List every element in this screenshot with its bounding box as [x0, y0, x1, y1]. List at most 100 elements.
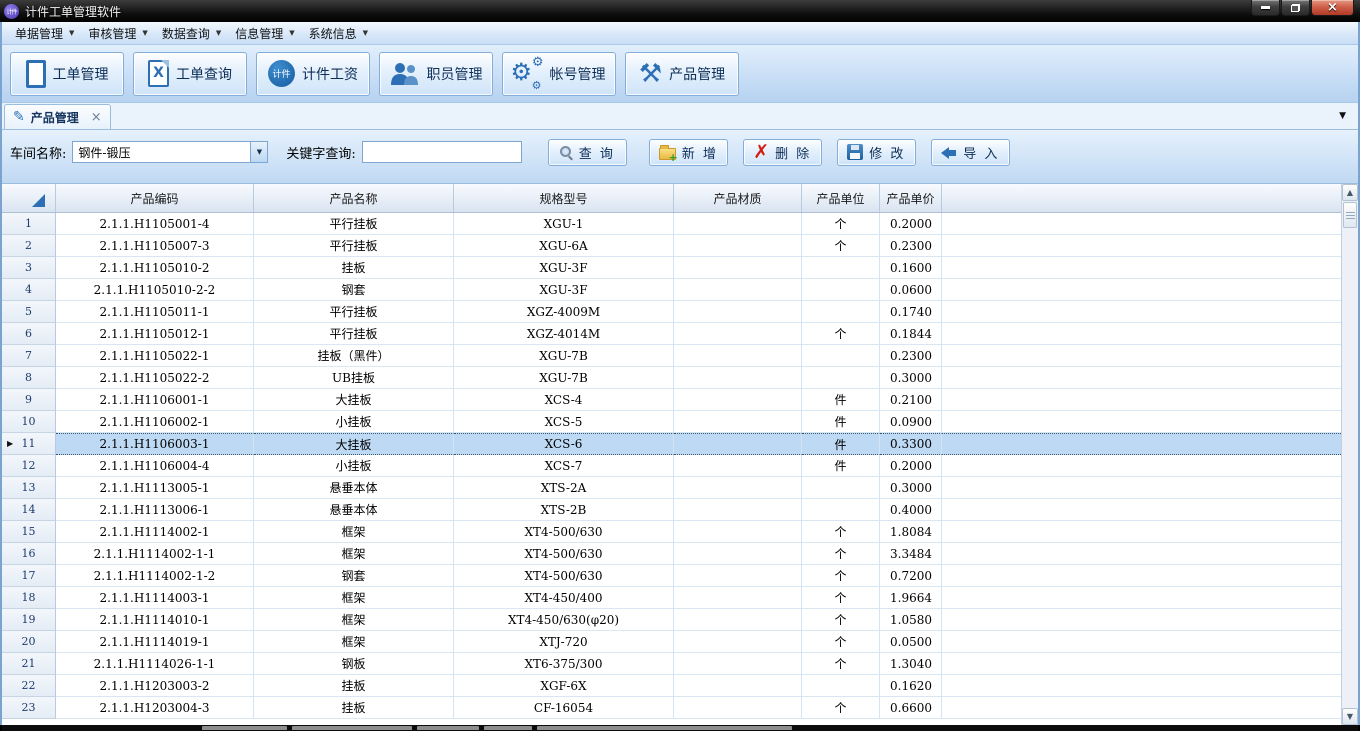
cell-spec[interactable]: XGU-1	[454, 213, 674, 235]
menu-item-system[interactable]: 系统信息▼	[302, 22, 375, 44]
select-all-corner[interactable]	[2, 184, 56, 212]
cell-name[interactable]: 悬垂本体	[254, 499, 454, 521]
cell-spec[interactable]: XGU-3F	[454, 257, 674, 279]
column-header-code[interactable]: 产品编码	[56, 184, 254, 212]
cell-price[interactable]: 0.7200	[880, 565, 942, 587]
cell-price[interactable]: 0.1620	[880, 675, 942, 697]
tab-list-dropdown-icon[interactable]: ▼	[1339, 111, 1346, 121]
cell-price[interactable]: 0.4000	[880, 499, 942, 521]
table-row[interactable]: 82.1.1.H1105022-2UB挂板XGU-7B0.3000	[2, 367, 1341, 389]
table-row[interactable]: 72.1.1.H1105022-1挂板（黑件）XGU-7B0.2300	[2, 345, 1341, 367]
scrollbar-thumb[interactable]	[1343, 202, 1357, 228]
cell-unit[interactable]: 个	[802, 213, 880, 235]
cell-code[interactable]: 2.1.1.H1114003-1	[56, 587, 254, 609]
row-number[interactable]: 15	[2, 521, 56, 543]
column-header-unit[interactable]: 产品单位	[802, 184, 880, 212]
cell-unit[interactable]: 个	[802, 587, 880, 609]
cell-name[interactable]: 挂板（黑件）	[254, 345, 454, 367]
cell-spec[interactable]: XGU-6A	[454, 235, 674, 257]
cell-code[interactable]: 2.1.1.H1114002-1-2	[56, 565, 254, 587]
cell-unit[interactable]: 个	[802, 631, 880, 653]
table-row[interactable]: 232.1.1.H1203004-3挂板CF-16054个0.6600	[2, 697, 1341, 719]
cell-price[interactable]: 1.0580	[880, 609, 942, 631]
cell-name[interactable]: UB挂板	[254, 367, 454, 389]
cell-name[interactable]: 大挂板	[254, 389, 454, 411]
column-header-name[interactable]: 产品名称	[254, 184, 454, 212]
modify-button[interactable]: 修 改	[837, 139, 916, 166]
cell-code[interactable]: 2.1.1.H1105022-1	[56, 345, 254, 367]
row-number[interactable]: 17	[2, 565, 56, 587]
cell-name[interactable]: 平行挂板	[254, 235, 454, 257]
account-manage-button[interactable]: ⚙⚙⚙ 帐号管理	[502, 52, 616, 96]
cell-code[interactable]: 2.1.1.H1114019-1	[56, 631, 254, 653]
row-number[interactable]: 18	[2, 587, 56, 609]
cell-spec[interactable]: XTS-2A	[454, 477, 674, 499]
cell-mat[interactable]	[674, 455, 802, 477]
column-header-spec[interactable]: 规格型号	[454, 184, 674, 212]
cell-price[interactable]: 0.6600	[880, 697, 942, 719]
table-row[interactable]: ▶112.1.1.H1106003-1大挂板XCS-6件0.3300	[2, 433, 1341, 455]
cell-name[interactable]: 小挂板	[254, 455, 454, 477]
table-row[interactable]: 52.1.1.H1105011-1平行挂板XGZ-4009M0.1740	[2, 301, 1341, 323]
row-number[interactable]: 22	[2, 675, 56, 697]
row-number[interactable]: 21	[2, 653, 56, 675]
cell-mat[interactable]	[674, 323, 802, 345]
cell-price[interactable]: 0.3300	[880, 433, 942, 455]
query-button[interactable]: 查 询	[548, 139, 627, 166]
cell-name[interactable]: 平行挂板	[254, 301, 454, 323]
cell-spec[interactable]: XTS-2B	[454, 499, 674, 521]
cell-price[interactable]: 0.1600	[880, 257, 942, 279]
row-number[interactable]: 3	[2, 257, 56, 279]
cell-spec[interactable]: XCS-4	[454, 389, 674, 411]
cell-name[interactable]: 平行挂板	[254, 323, 454, 345]
menu-item-info[interactable]: 信息管理▼	[228, 22, 301, 44]
tab-close-icon[interactable]: ×	[91, 110, 102, 125]
cell-unit[interactable]: 件	[802, 433, 880, 455]
cell-price[interactable]: 0.1844	[880, 323, 942, 345]
cell-mat[interactable]	[674, 345, 802, 367]
cell-mat[interactable]	[674, 411, 802, 433]
staff-manage-button[interactable]: 职员管理	[379, 52, 493, 96]
cell-code[interactable]: 2.1.1.H1106001-1	[56, 389, 254, 411]
cell-mat[interactable]	[674, 389, 802, 411]
table-row[interactable]: 122.1.1.H1106004-4小挂板XCS-7件0.2000	[2, 455, 1341, 477]
cell-unit[interactable]	[802, 477, 880, 499]
cell-name[interactable]: 框架	[254, 521, 454, 543]
table-row[interactable]: 202.1.1.H1114019-1框架XTJ-720个0.0500	[2, 631, 1341, 653]
workshop-select[interactable]: 钢件-锻压 ▼	[72, 141, 268, 163]
cell-name[interactable]: 框架	[254, 543, 454, 565]
row-number[interactable]: 12	[2, 455, 56, 477]
cell-spec[interactable]: XT6-375/300	[454, 653, 674, 675]
cell-spec[interactable]: XT4-500/630	[454, 565, 674, 587]
delete-button[interactable]: ✗ 删 除	[743, 139, 822, 166]
cell-mat[interactable]	[674, 565, 802, 587]
cell-name[interactable]: 框架	[254, 609, 454, 631]
cell-spec[interactable]: XGU-3F	[454, 279, 674, 301]
cell-spec[interactable]: XGF-6X	[454, 675, 674, 697]
cell-price[interactable]: 0.2300	[880, 235, 942, 257]
cell-unit[interactable]	[802, 367, 880, 389]
table-row[interactable]: 92.1.1.H1106001-1大挂板XCS-4件0.2100	[2, 389, 1341, 411]
cell-name[interactable]: 挂板	[254, 697, 454, 719]
vertical-scrollbar[interactable]: ▲ ▼	[1341, 184, 1358, 725]
tab-product-manage[interactable]: ✎ 产品管理 ×	[4, 104, 111, 129]
cell-code[interactable]: 2.1.1.H1113005-1	[56, 477, 254, 499]
table-row[interactable]: 132.1.1.H1113005-1悬垂本体XTS-2A0.3000	[2, 477, 1341, 499]
cell-code[interactable]: 2.1.1.H1105007-3	[56, 235, 254, 257]
row-number[interactable]: 13	[2, 477, 56, 499]
cell-mat[interactable]	[674, 213, 802, 235]
cell-code[interactable]: 2.1.1.H1106004-4	[56, 455, 254, 477]
table-row[interactable]: 62.1.1.H1105012-1平行挂板XGZ-4014M个0.1844	[2, 323, 1341, 345]
cell-name[interactable]: 钢板	[254, 653, 454, 675]
cell-unit[interactable]	[802, 257, 880, 279]
cell-unit[interactable]	[802, 301, 880, 323]
cell-unit[interactable]: 件	[802, 389, 880, 411]
table-row[interactable]: 182.1.1.H1114003-1框架XT4-450/400个1.9664	[2, 587, 1341, 609]
cell-spec[interactable]: XGU-7B	[454, 367, 674, 389]
restore-button[interactable]	[1281, 0, 1310, 16]
row-number[interactable]: 19	[2, 609, 56, 631]
row-number[interactable]: 5	[2, 301, 56, 323]
cell-price[interactable]: 0.2000	[880, 455, 942, 477]
column-header-material[interactable]: 产品材质	[674, 184, 802, 212]
cell-price[interactable]: 0.3000	[880, 367, 942, 389]
